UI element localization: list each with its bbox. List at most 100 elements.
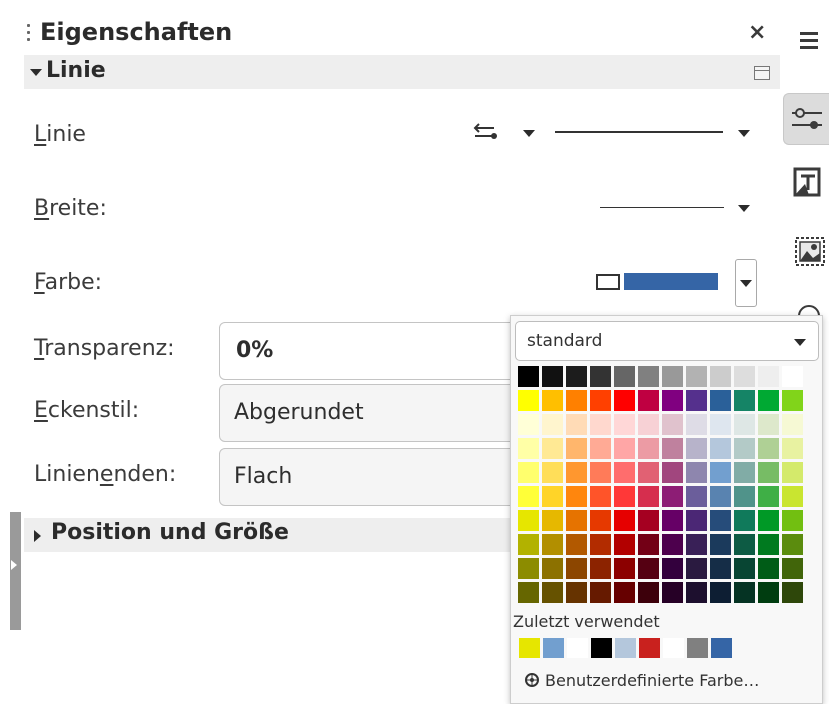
recent-color-swatch[interactable] [615, 638, 636, 658]
color-swatch[interactable] [734, 534, 755, 555]
line-color-dropdown-button[interactable] [735, 259, 757, 307]
color-swatch[interactable] [590, 534, 611, 555]
line-style-dropdown-icon[interactable] [738, 130, 750, 137]
color-swatch[interactable] [518, 582, 539, 603]
color-swatch[interactable] [542, 438, 563, 459]
color-swatch[interactable] [782, 438, 803, 459]
color-swatch[interactable] [542, 558, 563, 579]
color-swatch[interactable] [686, 390, 707, 411]
close-button[interactable]: × [748, 20, 766, 45]
color-swatch[interactable] [566, 534, 587, 555]
color-swatch[interactable] [686, 438, 707, 459]
color-swatch[interactable] [782, 558, 803, 579]
color-swatch[interactable] [566, 390, 587, 411]
color-swatch[interactable] [566, 462, 587, 483]
color-swatch[interactable] [686, 414, 707, 435]
no-fill-icon[interactable] [596, 274, 620, 290]
line-color-button[interactable] [624, 273, 718, 290]
color-swatch[interactable] [710, 390, 731, 411]
color-swatch[interactable] [638, 510, 659, 531]
tab-styles[interactable] [793, 166, 823, 198]
color-swatch[interactable] [542, 486, 563, 507]
color-swatch[interactable] [566, 582, 587, 603]
color-swatch[interactable] [614, 534, 635, 555]
color-swatch[interactable] [710, 582, 731, 603]
color-swatch[interactable] [614, 414, 635, 435]
color-swatch[interactable] [518, 414, 539, 435]
color-swatch[interactable] [758, 510, 779, 531]
color-swatch[interactable] [782, 414, 803, 435]
color-swatch[interactable] [686, 582, 707, 603]
color-swatch[interactable] [542, 366, 563, 387]
line-ends-select[interactable]: Flach [219, 448, 519, 506]
arrow-style-button[interactable] [472, 120, 502, 146]
color-swatch[interactable] [638, 462, 659, 483]
color-swatch[interactable] [758, 366, 779, 387]
recent-color-swatch[interactable] [567, 638, 588, 658]
color-swatch[interactable] [782, 510, 803, 531]
color-swatch[interactable] [710, 366, 731, 387]
color-swatch[interactable] [662, 438, 683, 459]
recent-color-swatch[interactable] [543, 638, 564, 658]
color-swatch[interactable] [686, 486, 707, 507]
color-swatch[interactable] [782, 486, 803, 507]
color-swatch[interactable] [758, 558, 779, 579]
color-swatch[interactable] [542, 582, 563, 603]
line-width-dropdown-icon[interactable] [738, 205, 750, 212]
color-swatch[interactable] [590, 582, 611, 603]
color-swatch[interactable] [518, 462, 539, 483]
color-swatch[interactable] [662, 582, 683, 603]
color-swatch[interactable] [566, 438, 587, 459]
color-swatch[interactable] [710, 486, 731, 507]
transparency-input[interactable]: 0% [219, 322, 519, 380]
color-swatch[interactable] [518, 390, 539, 411]
color-swatch[interactable] [638, 438, 659, 459]
line-width-preview[interactable] [600, 207, 724, 208]
color-swatch[interactable] [734, 366, 755, 387]
color-swatch[interactable] [734, 558, 755, 579]
color-swatch[interactable] [638, 486, 659, 507]
color-swatch[interactable] [566, 414, 587, 435]
color-swatch[interactable] [590, 558, 611, 579]
color-swatch[interactable] [662, 366, 683, 387]
color-swatch[interactable] [758, 486, 779, 507]
color-swatch[interactable] [542, 414, 563, 435]
corner-style-select[interactable]: Abgerundet [219, 384, 519, 442]
arrow-style-dropdown-icon[interactable] [523, 130, 535, 137]
color-swatch[interactable] [638, 534, 659, 555]
color-swatch[interactable] [662, 534, 683, 555]
color-swatch[interactable] [662, 510, 683, 531]
color-swatch[interactable] [542, 462, 563, 483]
color-swatch[interactable] [566, 486, 587, 507]
custom-color-button[interactable]: Benutzerdefinierte Farbe… [525, 666, 815, 696]
color-swatch[interactable] [638, 390, 659, 411]
color-swatch[interactable] [710, 558, 731, 579]
more-options-icon[interactable] [754, 66, 770, 80]
palette-select[interactable]: standard [515, 321, 819, 361]
tab-properties[interactable] [783, 93, 829, 145]
color-swatch[interactable] [686, 462, 707, 483]
color-swatch[interactable] [614, 366, 635, 387]
color-swatch[interactable] [686, 510, 707, 531]
color-swatch[interactable] [734, 414, 755, 435]
color-swatch[interactable] [734, 390, 755, 411]
color-swatch[interactable] [518, 366, 539, 387]
color-swatch[interactable] [638, 558, 659, 579]
color-swatch[interactable] [566, 510, 587, 531]
color-swatch[interactable] [542, 534, 563, 555]
color-swatch[interactable] [614, 390, 635, 411]
color-swatch[interactable] [518, 486, 539, 507]
color-swatch[interactable] [614, 510, 635, 531]
color-swatch[interactable] [614, 438, 635, 459]
color-swatch[interactable] [638, 414, 659, 435]
color-swatch[interactable] [638, 582, 659, 603]
recent-color-swatch[interactable] [519, 638, 540, 658]
color-swatch[interactable] [782, 390, 803, 411]
color-swatch[interactable] [518, 534, 539, 555]
color-swatch[interactable] [662, 390, 683, 411]
section-header-position[interactable]: Position und Größe [24, 518, 514, 552]
color-swatch[interactable] [662, 486, 683, 507]
color-swatch[interactable] [710, 414, 731, 435]
color-swatch[interactable] [758, 390, 779, 411]
tab-gallery[interactable] [795, 236, 825, 268]
